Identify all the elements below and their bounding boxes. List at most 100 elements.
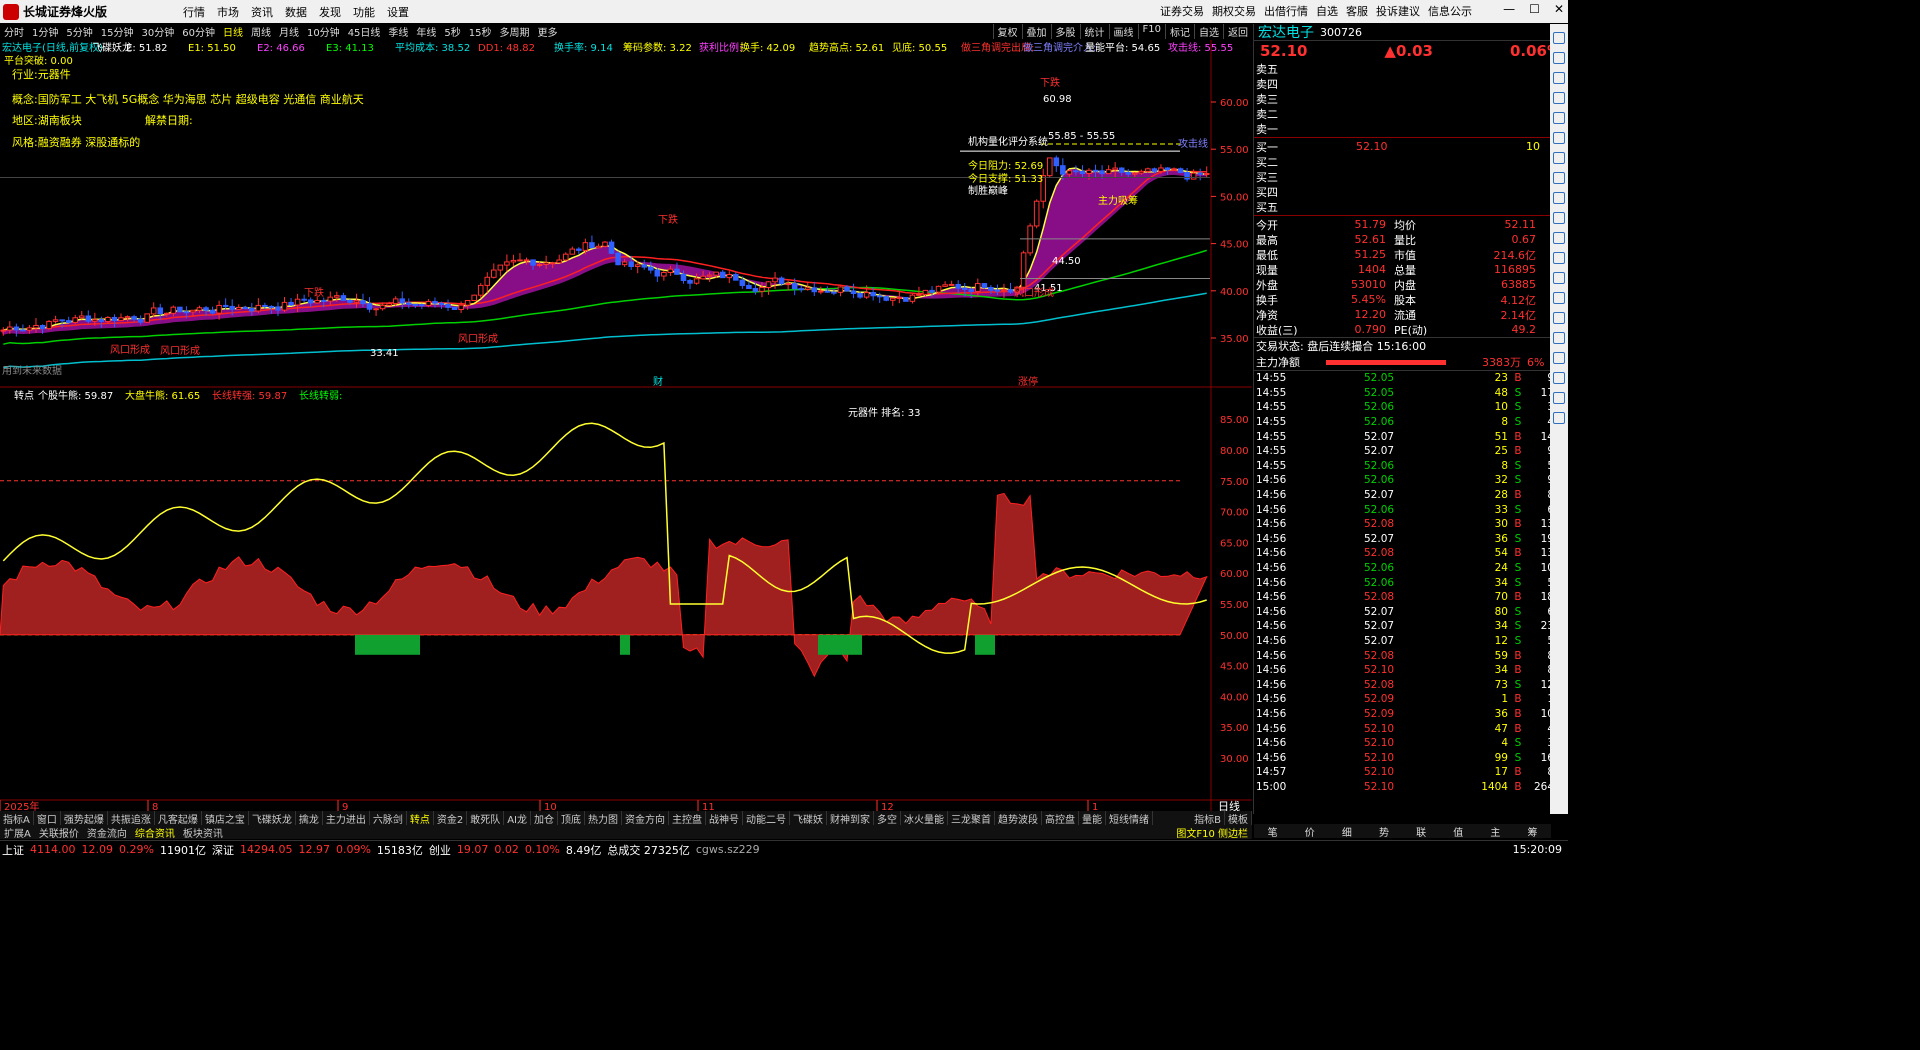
side-tool-icon[interactable]	[1553, 112, 1565, 124]
side-tab-1[interactable]: 价	[1291, 824, 1328, 839]
period-tab-9[interactable]: 10分钟	[303, 24, 344, 39]
extension-tab-2[interactable]: 资金流向	[83, 825, 131, 840]
period-tab-11[interactable]: 季线	[384, 24, 412, 39]
side-tool-icon[interactable]	[1553, 132, 1565, 144]
side-tool-icon[interactable]	[1553, 372, 1565, 384]
indicator-tab-28[interactable]: 量能	[1079, 811, 1107, 826]
right-menu-item-4[interactable]: 客服	[1346, 3, 1368, 19]
side-tool-icon[interactable]	[1553, 332, 1565, 344]
indicator-tab-3[interactable]: 共振追涨	[108, 811, 155, 826]
period-tab-2[interactable]: 5分钟	[62, 24, 96, 39]
indicator-tab-12[interactable]: 敢死队	[467, 811, 505, 826]
indicator-tab-8[interactable]: 主力进出	[323, 811, 370, 826]
side-tab-2[interactable]: 细	[1328, 824, 1365, 839]
indicator-tab-17[interactable]: 资金方向	[622, 811, 670, 826]
extension-tab-0[interactable]: 扩展A	[0, 825, 35, 840]
menu-item-4[interactable]: 发现	[319, 4, 341, 20]
period-tab-14[interactable]: 15秒	[465, 24, 496, 39]
indicator-tab-1[interactable]: 窗口	[34, 811, 61, 826]
right-menu-item-0[interactable]: 证券交易	[1160, 3, 1204, 19]
indicator-tab-4[interactable]: 凡客起爆	[155, 811, 202, 826]
side-tool-icon[interactable]	[1553, 72, 1565, 84]
extension-tab-4[interactable]: 板块资讯	[179, 825, 227, 840]
side-tab-5[interactable]: 值	[1440, 824, 1477, 839]
indicator-tab-25[interactable]: 三龙聚首	[948, 811, 996, 826]
side-tab-7[interactable]: 筹	[1514, 824, 1551, 839]
indicator-tab-19[interactable]: 战神号	[706, 811, 744, 826]
side-tool-icon[interactable]	[1553, 292, 1565, 304]
indicator-tab-11[interactable]: 资金2	[434, 811, 468, 826]
close-icon[interactable]: ✕	[1554, 2, 1564, 16]
side-tool-icon[interactable]	[1553, 392, 1565, 404]
f10-sidebar-link[interactable]: 图文F10 侧边栏	[1172, 825, 1252, 840]
menu-item-6[interactable]: 设置	[387, 4, 409, 20]
indicator-tab-22[interactable]: 财神到家	[827, 811, 875, 826]
period-tab-13[interactable]: 5秒	[440, 24, 464, 39]
side-tool-icon[interactable]	[1553, 272, 1565, 284]
indicator-tab-29[interactable]: 短线情绪	[1106, 811, 1154, 826]
indicator-tab-16[interactable]: 热力图	[585, 811, 623, 826]
side-tool-icon[interactable]	[1553, 192, 1565, 204]
minimize-icon[interactable]: —	[1503, 2, 1515, 16]
tool-button-6[interactable]: 标记	[1165, 24, 1194, 39]
indicator-tab-26[interactable]: 趋势波段	[995, 811, 1043, 826]
indicator-tab-24[interactable]: 冰火量能	[901, 811, 949, 826]
right-menu-item-3[interactable]: 自选	[1316, 3, 1338, 19]
side-tab-0[interactable]: 笔	[1254, 824, 1291, 839]
side-tool-icon[interactable]	[1553, 172, 1565, 184]
extension-tab-1[interactable]: 关联报价	[35, 825, 83, 840]
tool-button-8[interactable]: 返回	[1223, 24, 1252, 39]
period-tab-3[interactable]: 15分钟	[97, 24, 138, 39]
indicator-tab-14[interactable]: 加仓	[531, 811, 559, 826]
menu-item-2[interactable]: 资讯	[251, 4, 273, 20]
period-tab-4[interactable]: 30分钟	[137, 24, 178, 39]
tool-button-4[interactable]: 画线	[1108, 24, 1138, 39]
tool-button-3[interactable]: 统计	[1079, 24, 1109, 39]
side-tool-icon[interactable]	[1553, 252, 1565, 264]
indicator-tab-5[interactable]: 镇店之宝	[202, 811, 249, 826]
period-tab-6[interactable]: 日线	[219, 24, 247, 39]
right-menu-item-6[interactable]: 信息公示	[1428, 3, 1472, 19]
indicator-tab-18[interactable]: 主控盘	[669, 811, 707, 826]
indicator-tab-23[interactable]: 多空	[874, 811, 902, 826]
indicator-tab-13[interactable]: AI龙	[504, 811, 532, 826]
indicator-tab-10[interactable]: 转点	[407, 811, 434, 826]
tool-button-2[interactable]: 多股	[1050, 24, 1080, 39]
side-tab-4[interactable]: 联	[1403, 824, 1440, 839]
tool-button-1[interactable]: 叠加	[1021, 24, 1051, 39]
right-menu-item-5[interactable]: 投诉建议	[1376, 3, 1420, 19]
menu-item-5[interactable]: 功能	[353, 4, 375, 20]
menu-item-0[interactable]: 行情	[183, 4, 205, 20]
side-tab-3[interactable]: 势	[1365, 824, 1402, 839]
period-tab-10[interactable]: 45日线	[344, 24, 385, 39]
indicator-tab-2[interactable]: 强势起爆	[61, 811, 108, 826]
side-tool-icon[interactable]	[1553, 32, 1565, 44]
side-tool-icon[interactable]	[1553, 412, 1565, 424]
menu-item-3[interactable]: 数据	[285, 4, 307, 20]
indicator-tab-21[interactable]: 飞碟妖	[790, 811, 828, 826]
period-tab-16[interactable]: 更多	[534, 24, 562, 39]
indicator-tab-9[interactable]: 六脉剑	[370, 811, 407, 826]
menu-item-1[interactable]: 市场	[217, 4, 239, 20]
kline-chart[interactable]: 宏达电子(日线,前复权)飞碟妖龙E: 51.82 E1: 51.50 E2: 46.…	[0, 40, 1252, 812]
period-tab-1[interactable]: 1分钟	[28, 24, 62, 39]
period-tab-15[interactable]: 多周期	[496, 24, 534, 39]
side-tool-icon[interactable]	[1553, 212, 1565, 224]
period-tab-12[interactable]: 年线	[412, 24, 440, 39]
period-tab-5[interactable]: 60分钟	[178, 24, 219, 39]
indicator-tab-27[interactable]: 高控盘	[1042, 811, 1080, 826]
tool-button-0[interactable]: 复权	[992, 24, 1022, 39]
indicator-tab-20[interactable]: 动能二号	[743, 811, 791, 826]
side-tool-icon[interactable]	[1553, 352, 1565, 364]
right-menu-item-2[interactable]: 出借行情	[1264, 3, 1308, 19]
period-tab-0[interactable]: 分时	[0, 24, 28, 39]
indicator-tab-6[interactable]: 飞碟妖龙	[249, 811, 296, 826]
side-tool-icon[interactable]	[1553, 152, 1565, 164]
tool-button-7[interactable]: 自选	[1194, 24, 1223, 39]
side-tool-icon[interactable]	[1553, 312, 1565, 324]
indicator-b-tab-1[interactable]: 模板	[1225, 811, 1252, 826]
side-tool-icon[interactable]	[1553, 92, 1565, 104]
right-menu-item-1[interactable]: 期权交易	[1212, 3, 1256, 19]
side-tool-icon[interactable]	[1553, 232, 1565, 244]
side-tool-icon[interactable]	[1553, 52, 1565, 64]
